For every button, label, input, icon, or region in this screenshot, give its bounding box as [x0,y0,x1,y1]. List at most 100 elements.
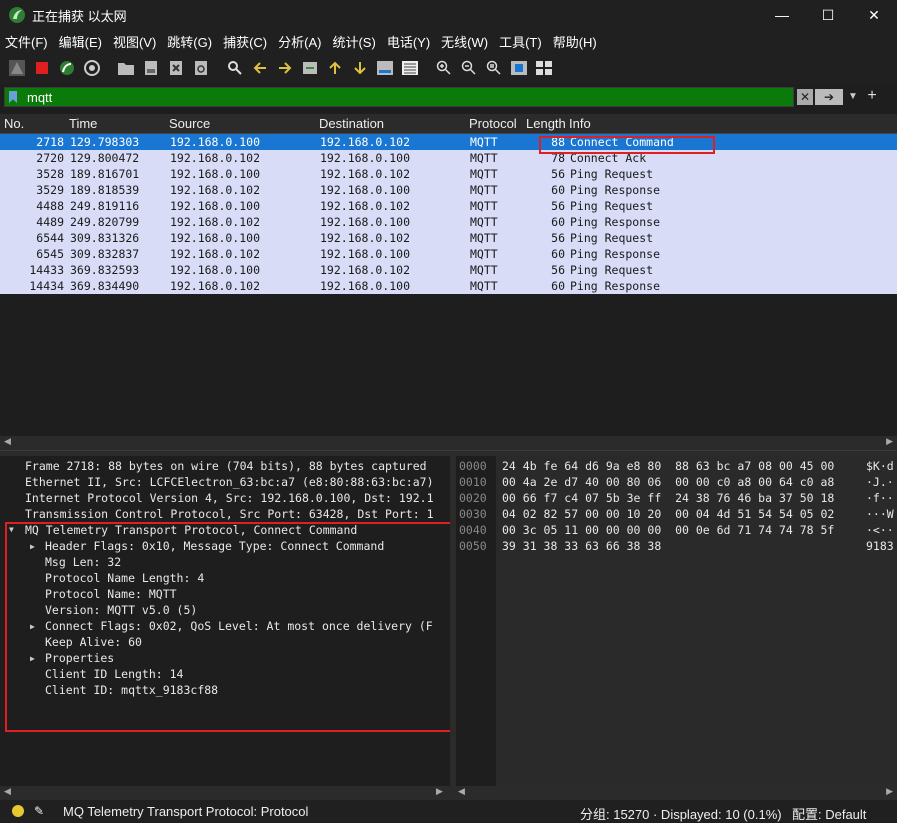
packet-row[interactable]: 4488 249.819116 192.168.0.100 192.168.0.102… [0,198,897,214]
scroll-right-arrow-icon[interactable]: ▶ [886,436,893,447]
column-header-protocol[interactable]: Protocol [469,116,517,131]
tree-item-tcp[interactable]: Transmission Control Protocol, Src Port:… [25,506,434,522]
scroll-left-arrow-icon[interactable]: ◀ [458,786,465,797]
maximize-button[interactable]: ☐ [805,0,851,30]
close-file-icon[interactable] [165,57,187,79]
bytes-hex-column[interactable]: 24 4b fe 64 d6 9a e8 80 88 63 bc a7 08 0… [496,456,897,786]
add-filter-button-plus-icon[interactable]: + [864,87,880,105]
byte-ascii-line[interactable]: ·J.· [866,474,894,490]
byte-ascii-line[interactable]: $K·d [866,458,894,474]
go-last-packet-down-arrow-icon[interactable] [349,57,371,79]
tree-item-frame[interactable]: Frame 2718: 88 bytes on wire (704 bits),… [25,458,427,474]
expert-info-status-icon[interactable] [12,805,24,817]
display-filter-input[interactable]: mqtt [4,87,794,107]
save-file-icon[interactable] [140,57,162,79]
packet-source: 192.168.0.100 [170,263,261,277]
tree-item-ipv4[interactable]: Internet Protocol Version 4, Src: 192.16… [25,490,434,506]
capture-options-gear-icon[interactable] [81,57,103,79]
packet-row[interactable]: 14434 369.834490 192.168.0.102 192.168.0.10… [0,278,897,294]
normal-size-icon[interactable] [483,57,505,79]
go-back-arrow-icon[interactable] [249,57,271,79]
column-header-destination[interactable]: Destination [319,116,384,131]
zoom-out-icon[interactable] [458,57,480,79]
menu-file[interactable]: 文件(F) [0,32,54,51]
packet-row[interactable]: 6545 309.832837 192.168.0.102 192.168.0.100… [0,246,897,262]
packet-row[interactable]: 3528 189.816701 192.168.0.100 192.168.0.102… [0,166,897,182]
scroll-right-arrow-icon[interactable]: ▶ [436,786,443,797]
minimize-button[interactable]: — [759,0,805,30]
bookmark-icon[interactable] [9,91,17,103]
close-button[interactable]: ✕ [851,0,897,30]
byte-ascii-line[interactable]: ·f·· [866,490,894,506]
go-to-packet-icon[interactable] [299,57,321,79]
menu-capture[interactable]: 捕获(C) [218,32,273,51]
status-profile-text[interactable]: 配置: Default [792,804,866,823]
column-header-info[interactable]: Info [569,116,591,131]
go-forward-arrow-icon[interactable] [274,57,296,79]
scroll-right-arrow-icon[interactable]: ▶ [886,786,893,797]
packet-no: 14434 [29,279,64,293]
bottom-horizontal-scrollbar[interactable]: ◀ ▶ ◀ ▶ [0,786,897,800]
column-header-source[interactable]: Source [169,116,210,131]
open-file-folder-icon[interactable] [115,57,137,79]
menu-go[interactable]: 跳转(G) [162,32,218,51]
packet-protocol: MQTT [470,135,498,149]
restart-capture-icon[interactable] [56,57,78,79]
clear-filter-x-icon[interactable]: ✕ [797,89,813,105]
byte-hex-line[interactable]: 00 3c 05 11 00 00 00 00 00 0e 6d 71 74 7… [502,522,834,538]
packet-row[interactable]: 2720 129.800472 192.168.0.102 192.168.0.100… [0,150,897,166]
apply-filter-arrow-icon[interactable]: ➔ [815,89,843,105]
start-capture-fin-icon[interactable] [6,57,28,79]
filter-history-chevron-down-icon[interactable]: ▼ [846,89,860,105]
packet-list-empty-area [0,294,897,436]
column-header-time[interactable]: Time [69,116,97,131]
byte-ascii-line[interactable]: ·<·· [866,522,894,538]
byte-hex-line[interactable]: 00 4a 2e d7 40 00 80 06 00 00 c0 a8 00 6… [502,474,834,490]
packet-row[interactable]: 4489 249.820799 192.168.0.102 192.168.0.100… [0,214,897,230]
packet-no: 3528 [36,167,64,181]
packet-time: 309.831326 [70,231,140,245]
layout-grid-icon[interactable] [533,57,555,79]
column-header-no[interactable]: No. [4,116,24,131]
scroll-left-arrow-icon[interactable]: ◀ [4,436,11,447]
packet-time: 309.832837 [70,247,140,261]
byte-hex-line[interactable]: 39 31 38 33 63 66 38 38 [502,538,661,554]
auto-scroll-icon[interactable] [374,57,396,79]
menu-view[interactable]: 视图(V) [108,32,162,51]
packet-row[interactable]: 3529 189.818539 192.168.0.102 192.168.0.100… [0,182,897,198]
byte-hex-line[interactable]: 04 02 82 57 00 00 10 20 00 04 4d 51 54 5… [502,506,834,522]
byte-hex-line[interactable]: 00 66 f7 c4 07 5b 3e ff 24 38 76 46 ba 3… [502,490,834,506]
menu-statistics[interactable]: 统计(S) [327,32,381,51]
colorize-list-icon[interactable] [399,57,421,79]
find-packet-magnifier-icon[interactable] [224,57,246,79]
menu-tools[interactable]: 工具(T) [494,32,548,51]
menu-analyze[interactable]: 分析(A) [273,32,327,51]
reload-file-icon[interactable] [190,57,212,79]
byte-hex-line[interactable]: 24 4b fe 64 d6 9a e8 80 88 63 bc a7 08 0… [502,458,834,474]
column-header-length[interactable]: Length [526,116,566,131]
main-toolbar [0,52,897,84]
packet-row[interactable]: 6544 309.831326 192.168.0.100 192.168.0.102… [0,230,897,246]
menu-wireless[interactable]: 无线(W) [436,32,494,51]
menu-edit[interactable]: 编辑(E) [54,32,108,51]
packet-list-horizontal-scrollbar[interactable]: ◀ ▶ [0,436,897,450]
packet-row[interactable]: 2718 129.798303 192.168.0.100 192.168.0.102… [0,134,897,150]
edit-comment-icon[interactable]: ✎ [34,804,44,818]
menu-telephony[interactable]: 电话(Y) [382,32,436,51]
packet-bytes-pane: 0000 0010 0020 0030 0040 0050 24 4b fe 6… [456,456,897,786]
filter-text[interactable]: mqtt [27,90,52,105]
status-bar: ✎ MQ Telemetry Transport Protocol: Proto… [0,800,897,822]
byte-ascii-line[interactable]: 9183 [866,538,894,554]
zoom-in-icon[interactable] [433,57,455,79]
packet-row[interactable]: 14433 369.832593 192.168.0.100 192.168.0.10… [0,262,897,278]
stop-capture-icon[interactable] [31,57,53,79]
status-packets-text: 分组: 15270 · Displayed: 10 (0.1%) [580,807,782,822]
resize-columns-icon[interactable] [508,57,530,79]
byte-offset: 0020 [459,491,487,505]
go-first-packet-up-arrow-icon[interactable] [324,57,346,79]
scroll-left-arrow-icon[interactable]: ◀ [4,786,11,797]
packet-destination: 192.168.0.102 [320,231,411,245]
menu-help[interactable]: 帮助(H) [548,32,603,51]
byte-ascii-line[interactable]: ···W [866,506,894,522]
tree-item-ethernet[interactable]: Ethernet II, Src: LCFCElectron_63:bc:a7 … [25,474,434,490]
